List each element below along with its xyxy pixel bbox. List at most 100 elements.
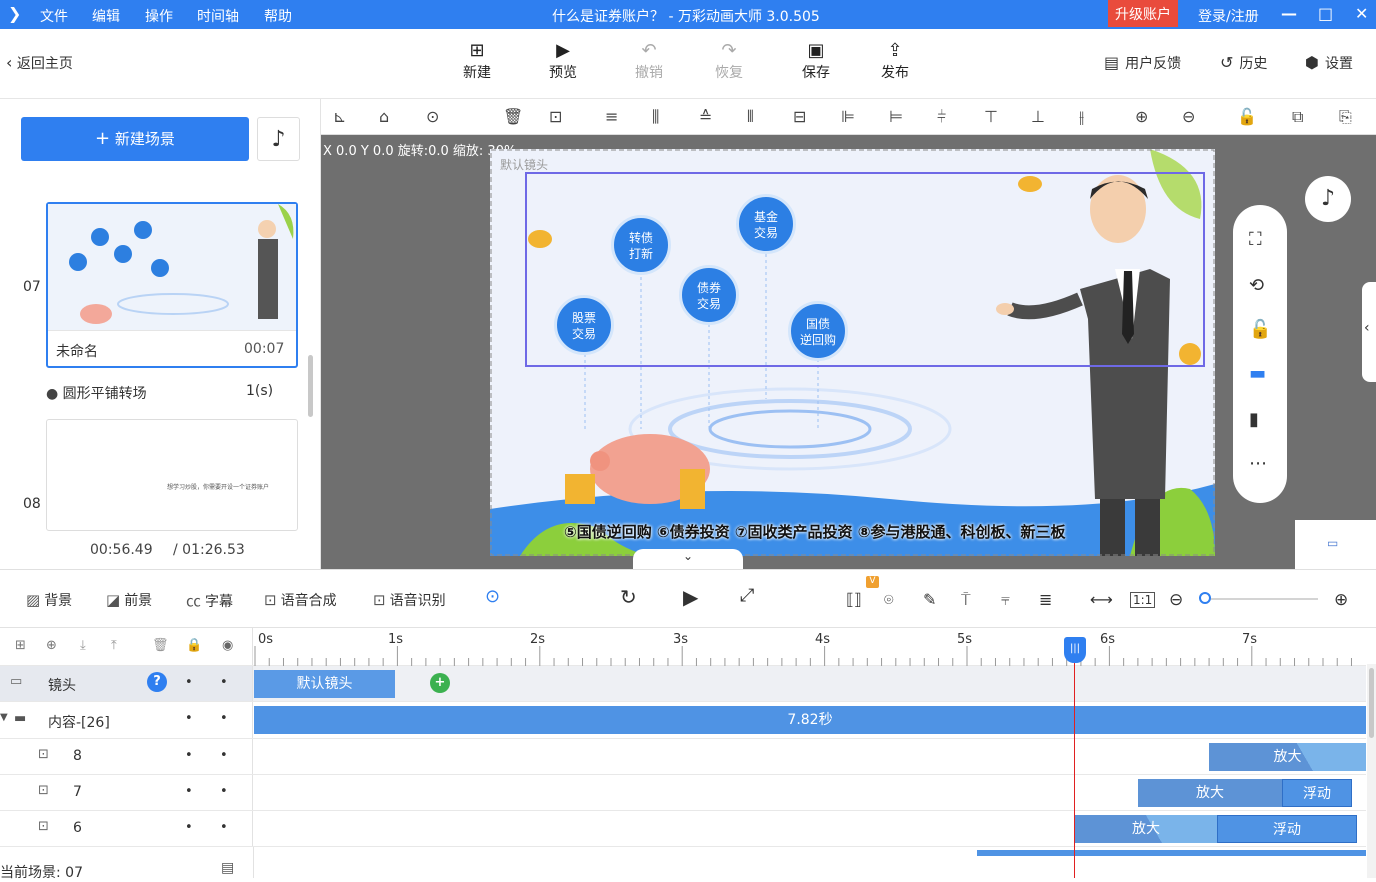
time-ruler[interactable]: 0s 1s 2s 3s 4s 5s 6s 7s (253, 628, 1366, 666)
redo-button[interactable]: ↷ 恢复 (704, 40, 754, 82)
lock-all-icon[interactable]: 🔒 (186, 638, 202, 653)
publish-button[interactable]: ⇪ 发布 (870, 40, 920, 82)
lock-dot[interactable]: • (185, 820, 193, 835)
menu-file[interactable]: 文件 (40, 6, 68, 26)
undo-button[interactable]: ↶ 撤销 (624, 40, 674, 82)
align-bottom-icon[interactable]: ≙ (699, 107, 712, 126)
feedback-button[interactable]: ▤ 用户反馈 (1104, 53, 1181, 73)
pin-icon[interactable]: ⍑ (961, 590, 971, 610)
ruler-icon[interactable]: ⊾ (333, 107, 346, 126)
caption-button[interactable]: ㏄字幕 (186, 590, 233, 611)
move-up-icon[interactable]: ⤒ (111, 638, 117, 653)
camera-icon[interactable]: ⌾ (884, 590, 894, 610)
lock-dot[interactable]: • (185, 711, 193, 726)
track-row[interactable]: ⊡ 8 • • 放大 (0, 739, 1366, 775)
replay-icon[interactable]: ↻ (620, 585, 637, 609)
eye-dot[interactable]: • (220, 784, 228, 799)
lock-dot[interactable]: • (185, 784, 193, 799)
effect-clip[interactable]: 放大 (1138, 779, 1282, 807)
save-button[interactable]: ▣ 保存 (791, 40, 841, 82)
upgrade-button[interactable]: 升级账户 (1108, 0, 1178, 27)
fit-range-icon[interactable]: ⟦⟧ (846, 590, 862, 609)
camera-track[interactable]: ▭ 镜头 ? • • 默认镜头 + (0, 666, 1366, 702)
lock-icon[interactable]: 🔓 (1237, 107, 1257, 126)
bubble-bonds[interactable]: 债券 交易 (679, 265, 739, 325)
align-vcenter-icon[interactable]: ⫼ (652, 107, 659, 127)
new-scene-button[interactable]: + 新建场景 (21, 117, 249, 161)
tts-button[interactable]: ⊡ 语音合成 (264, 590, 337, 610)
adjust-icon[interactable]: ≣ (1039, 590, 1052, 609)
add-camera-icon[interactable]: + (430, 673, 450, 693)
align-right-icon[interactable]: ⊨ (889, 107, 903, 126)
bubble-stocks[interactable]: 股票 交易 (554, 295, 614, 355)
minimize-button[interactable]: — (1281, 4, 1297, 23)
eye-dot[interactable]: • (220, 820, 228, 835)
play-icon[interactable]: ▶ (683, 585, 698, 609)
scene-list-icon[interactable]: ▤ (221, 860, 234, 876)
zoom-slider[interactable] (1200, 598, 1318, 600)
effect-clip-partial[interactable] (977, 850, 1366, 856)
fit-width-icon[interactable]: ⟷ (1090, 590, 1113, 609)
effect-clip[interactable]: 放大 (1075, 815, 1217, 843)
menu-timeline[interactable]: 时间轴 (197, 6, 239, 26)
add-folder-icon[interactable]: ⊞ (15, 638, 26, 653)
delete-icon[interactable]: 🗑 (503, 107, 523, 126)
scene-card-08[interactable]: 想学习炒股，你需要开设一个证券账户 (46, 419, 298, 531)
delete-track-icon[interactable]: 🗑 (152, 638, 169, 653)
content-track[interactable]: ▼ ▬ 内容-[26] • • 7.82秒 (0, 702, 1366, 739)
collapse-triangle-icon[interactable]: ▼ (0, 712, 8, 723)
scene-scrollbar[interactable] (308, 355, 313, 417)
preview-thumbnail[interactable]: ▭ (1295, 520, 1376, 569)
lock-dot[interactable]: • (185, 748, 193, 763)
transition-item[interactable]: ● 圆形平铺转场 1(s) (46, 383, 298, 403)
subtitle-text[interactable]: ⑤国债逆回购 ⑥债券投资 ⑦固收类产品投资 ⑧参与港股通、科创板、新三板 (564, 521, 1065, 542)
paste-icon[interactable]: ⎘ (1339, 107, 1352, 127)
stage[interactable]: 默认镜头 股票 交易 转债 打新 债券 交易 基金 交易 国债 逆回购 ⑤国债逆… (490, 149, 1215, 556)
zoom-in-icon[interactable]: ⊕ (1334, 590, 1348, 610)
one-to-one-icon[interactable]: 1:1 (1130, 592, 1156, 608)
effect-clip[interactable]: 放大 (1209, 743, 1366, 771)
align-left-icon[interactable]: ⊫ (841, 107, 855, 126)
add-item-icon[interactable]: ⊕ (46, 638, 57, 653)
home-icon[interactable]: ⌂ (379, 107, 389, 126)
unlock-icon[interactable]: 🔓 (1249, 319, 1271, 340)
playhead-handle[interactable]: ||| (1064, 637, 1086, 663)
align-top-icon[interactable]: ≡ (605, 107, 618, 126)
track-row[interactable]: ⊡ 6 • • 放大 浮动 (0, 811, 1366, 847)
timeline-scrollbar[interactable] (1367, 664, 1376, 878)
lock-dot[interactable]: • (185, 675, 193, 690)
phone-icon[interactable]: ▮ (1249, 409, 1259, 430)
track-row[interactable]: ⊡ 7 • • 放大 浮动 (0, 775, 1366, 811)
eye-dot[interactable]: • (220, 711, 228, 726)
content-clip[interactable]: 7.82秒 (254, 706, 1366, 734)
align-top-edge-icon[interactable]: ⊤ (984, 107, 998, 126)
visibility-icon[interactable]: ◉ (222, 638, 233, 653)
bubble-convertible[interactable]: 转债 打新 (611, 215, 671, 275)
zoom-out-icon[interactable]: ⊖ (1169, 590, 1183, 610)
move-down-icon[interactable]: ⤓ (80, 638, 86, 653)
background-button[interactable]: ▨ 背景 (26, 590, 72, 610)
eye-dot[interactable]: • (220, 748, 228, 763)
eye-dot[interactable]: • (220, 675, 228, 690)
maximize-button[interactable]: □ (1318, 4, 1333, 23)
back-home-button[interactable]: ‹ 返回主页 (6, 53, 73, 73)
effect-clip[interactable]: 浮动 (1282, 779, 1352, 807)
more-tools-icon[interactable]: ⊙ (485, 586, 500, 607)
fit-icon[interactable]: ⊡ (549, 107, 562, 126)
new-button[interactable]: ⊞ 新建 (452, 40, 502, 82)
zoom-out-icon[interactable]: ⊖ (1182, 107, 1195, 126)
edit-icon[interactable]: ✎ (923, 590, 936, 609)
more-icon[interactable]: ⋯ (1249, 453, 1267, 474)
close-button[interactable]: ✕ (1355, 4, 1368, 23)
foreground-button[interactable]: ◪ 前景 (106, 590, 152, 610)
zoom-in-icon[interactable]: ⊕ (1135, 107, 1148, 126)
expand-right-panel[interactable]: ‹ (1362, 282, 1376, 382)
camera-clip[interactable]: 默认镜头 (254, 670, 395, 698)
login-button[interactable]: 登录/注册 (1198, 6, 1259, 26)
align-middle-icon[interactable]: ⫲ (1079, 107, 1084, 127)
menu-help[interactable]: 帮助 (264, 6, 292, 26)
preview-button[interactable]: ▶ 预览 (538, 40, 588, 82)
text-filter-icon[interactable]: ⫧ (1001, 590, 1010, 610)
collapse-tab[interactable]: ⌄ (633, 549, 743, 569)
zoom-slider-handle[interactable] (1199, 592, 1211, 604)
